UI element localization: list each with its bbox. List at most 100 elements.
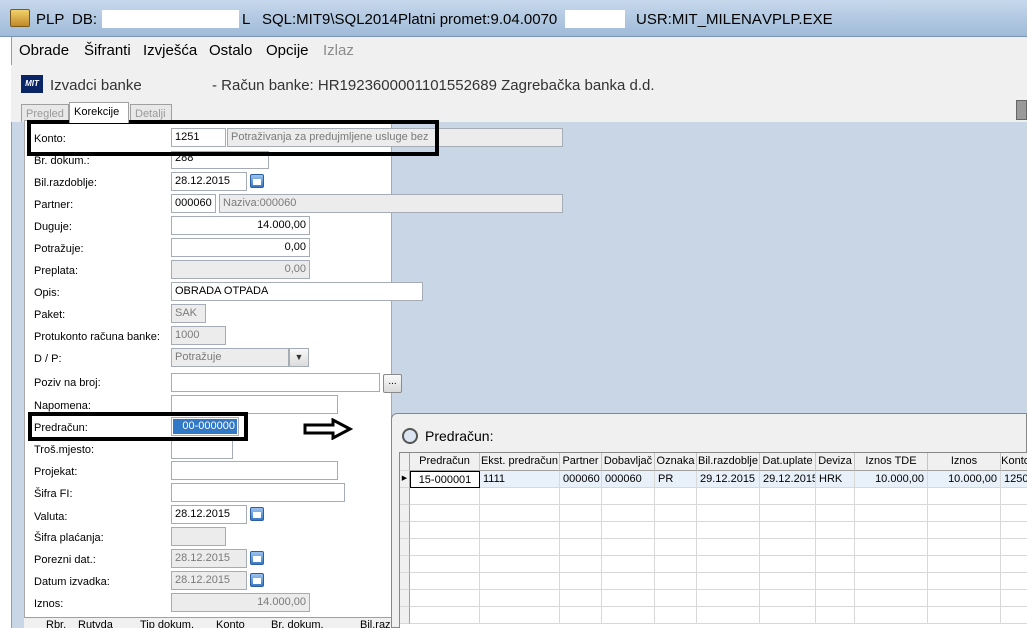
valuta-input[interactable]: 28.12.2015 (171, 505, 247, 524)
calendar-icon[interactable] (250, 174, 264, 188)
grid-cell[interactable]: 1111 (480, 471, 560, 488)
grid-cell[interactable]: 29.12.2015 (697, 471, 760, 488)
grid-empty-cell[interactable] (1001, 556, 1027, 573)
grid-empty-cell[interactable] (855, 590, 928, 607)
grid-header-0[interactable]: Predračun (410, 453, 480, 471)
grid-header-4[interactable]: Oznaka (655, 453, 697, 471)
grid-empty-cell[interactable] (560, 522, 602, 539)
row-indicator[interactable] (400, 607, 410, 624)
grid-empty-cell[interactable] (855, 573, 928, 590)
grid-empty-cell[interactable] (655, 607, 697, 624)
grid-empty-cell[interactable] (855, 522, 928, 539)
grid-empty-cell[interactable] (410, 573, 480, 590)
grid-col-bilraz[interactable]: Bil.raz (360, 619, 391, 628)
grid-cell[interactable]: 10.000,00 (928, 471, 1001, 488)
grid-header-7[interactable]: Deviza (816, 453, 855, 471)
grid-cell[interactable]: 15-000001 (410, 471, 480, 488)
dp-select[interactable]: Potražuje (171, 348, 289, 367)
grid-empty-cell[interactable] (855, 539, 928, 556)
grid-header-3[interactable]: Dobavljač (602, 453, 655, 471)
menu-ostalo[interactable]: Ostalo (209, 42, 252, 59)
grid-empty-cell[interactable] (697, 607, 760, 624)
grid-header-5[interactable]: Bil.razdoblje (697, 453, 760, 471)
grid-empty-cell[interactable] (410, 488, 480, 505)
grid-empty-cell[interactable] (697, 556, 760, 573)
grid-header-9[interactable]: Iznos (928, 453, 1001, 471)
grid-empty-cell[interactable] (697, 539, 760, 556)
grid-empty-cell[interactable] (602, 488, 655, 505)
grid-empty-cell[interactable] (560, 539, 602, 556)
grid-empty-cell[interactable] (480, 607, 560, 624)
grid-col-tipdokum[interactable]: Tip dokum. (140, 619, 194, 628)
grid-empty-cell[interactable] (560, 607, 602, 624)
grid-empty-cell[interactable] (760, 556, 816, 573)
grid-empty-cell[interactable] (1001, 488, 1027, 505)
grid-empty-cell[interactable] (1001, 522, 1027, 539)
row-indicator[interactable] (400, 556, 410, 573)
projekat-input[interactable] (171, 461, 338, 480)
trosmjesto-input[interactable] (171, 440, 233, 459)
grid-empty-cell[interactable] (560, 556, 602, 573)
row-indicator[interactable] (400, 505, 410, 522)
grid-empty-cell[interactable] (410, 522, 480, 539)
grid-empty-cell[interactable] (602, 607, 655, 624)
grid-empty-cell[interactable] (560, 505, 602, 522)
grid-empty-cell[interactable] (480, 522, 560, 539)
grid-empty-cell[interactable] (816, 607, 855, 624)
calendar-icon[interactable] (250, 507, 264, 521)
grid-empty-cell[interactable] (602, 556, 655, 573)
row-indicator[interactable] (400, 522, 410, 539)
grid-empty-cell[interactable] (760, 539, 816, 556)
grid-empty-cell[interactable] (1001, 539, 1027, 556)
grid-cell[interactable]: 10.000,00 (855, 471, 928, 488)
grid-empty-cell[interactable] (602, 573, 655, 590)
grid-header-10[interactable]: Konto (1001, 453, 1027, 471)
grid-cell[interactable]: PR (655, 471, 697, 488)
calendar-icon[interactable] (250, 573, 264, 587)
grid-header-8[interactable]: Iznos TDE (855, 453, 928, 471)
grid-empty-cell[interactable] (410, 505, 480, 522)
grid-empty-cell[interactable] (928, 539, 1001, 556)
row-indicator[interactable]: ▶ (400, 471, 410, 488)
grid-empty-cell[interactable] (816, 522, 855, 539)
grid-col-rbr[interactable]: Rbr. (46, 619, 66, 628)
grid-cell[interactable]: HRK (816, 471, 855, 488)
grid-empty-cell[interactable] (560, 573, 602, 590)
grid-empty-cell[interactable] (760, 522, 816, 539)
calendar-icon[interactable] (250, 551, 264, 565)
grid-empty-cell[interactable] (1001, 590, 1027, 607)
grid-cell[interactable]: 29.12.2015 (760, 471, 816, 488)
grid-empty-cell[interactable] (855, 556, 928, 573)
grid-empty-cell[interactable] (560, 488, 602, 505)
grid-empty-cell[interactable] (760, 505, 816, 522)
grid-empty-cell[interactable] (697, 590, 760, 607)
grid-empty-cell[interactable] (816, 539, 855, 556)
grid-empty-cell[interactable] (602, 505, 655, 522)
grid-empty-cell[interactable] (928, 505, 1001, 522)
row-indicator[interactable] (400, 539, 410, 556)
grid-empty-cell[interactable] (480, 573, 560, 590)
grid-empty-cell[interactable] (410, 539, 480, 556)
grid-empty-cell[interactable] (760, 573, 816, 590)
grid-empty-cell[interactable] (655, 522, 697, 539)
grid-empty-cell[interactable] (816, 505, 855, 522)
grid-empty-cell[interactable] (1001, 505, 1027, 522)
grid-empty-cell[interactable] (655, 573, 697, 590)
grid-col-rutvda[interactable]: Rutvda (78, 619, 113, 628)
grid-empty-cell[interactable] (480, 539, 560, 556)
grid-cell[interactable]: 000060 (560, 471, 602, 488)
grid-empty-cell[interactable] (655, 505, 697, 522)
grid-empty-cell[interactable] (928, 607, 1001, 624)
poziv-browse-button[interactable]: ... (383, 374, 402, 393)
grid-empty-cell[interactable] (1001, 573, 1027, 590)
grid-col-konto[interactable]: Konto (216, 619, 245, 628)
opis-input[interactable]: OBRADA OTPADA (171, 282, 423, 301)
scroll-handle[interactable] (1016, 100, 1027, 120)
grid-header-6[interactable]: Dat.uplate (760, 453, 816, 471)
grid-empty-cell[interactable] (480, 556, 560, 573)
grid-empty-cell[interactable] (928, 556, 1001, 573)
row-indicator[interactable] (400, 590, 410, 607)
grid-empty-cell[interactable] (855, 488, 928, 505)
grid-col-brdokum[interactable]: Br. dokum. (271, 619, 324, 628)
grid-empty-cell[interactable] (655, 590, 697, 607)
